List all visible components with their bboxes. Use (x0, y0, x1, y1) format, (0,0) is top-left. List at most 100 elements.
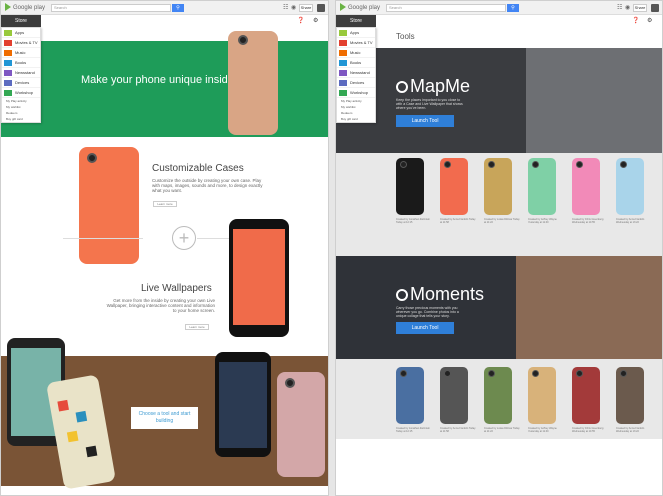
pattern-block (75, 410, 88, 423)
google-play-logo[interactable]: Google play (340, 3, 380, 13)
menu-item-workshop[interactable]: Workshop (2, 88, 40, 98)
menu-item-movies-tv[interactable]: Movies & TV (2, 38, 40, 48)
gallery-case[interactable] (528, 367, 556, 424)
wallpapers-learn-more-button[interactable]: Learn more (185, 324, 209, 330)
notifications-icon[interactable]: ◉ (625, 5, 631, 11)
search-input[interactable]: Search (386, 4, 506, 12)
menu-item-apps[interactable]: Apps (337, 28, 375, 38)
menu-item-label: Music (350, 50, 361, 55)
settings-icon[interactable]: ⚙ (313, 18, 319, 24)
menu-item-books[interactable]: Books (2, 58, 40, 68)
gallery-case[interactable] (528, 158, 556, 215)
play-logo-icon (5, 3, 11, 12)
gallery-caption: Created by Jonathan Zwirnlein Today at 1… (396, 427, 430, 433)
menu-item-devices[interactable]: Devices (2, 78, 40, 88)
search-button[interactable]: ⚲ (172, 4, 184, 12)
menu-item-label: Books (15, 60, 27, 65)
cases-learn-more-button[interactable]: Learn more (153, 201, 177, 207)
menu-item-label: Newsstand (350, 70, 370, 75)
help-icon[interactable]: ❓ (632, 18, 639, 24)
top-bar: Google play Search ⚲ ☷ ◉ Share (1, 1, 328, 15)
menu-item-newsstand[interactable]: Newsstand (2, 68, 40, 78)
search-input[interactable]: Search (51, 4, 171, 12)
category-icon (4, 50, 12, 56)
mapme-launch-button[interactable]: Launch Tool (396, 115, 454, 127)
orange-case-image (79, 147, 139, 264)
gallery-case[interactable] (396, 158, 424, 215)
camera-icon (576, 370, 583, 377)
camera-icon (620, 161, 627, 168)
menu-item-workshop[interactable]: Workshop (337, 88, 375, 98)
menu-item-apps[interactable]: Apps (2, 28, 40, 38)
gallery-caption: Created by Jonathan Zwirnlein Today at 1… (396, 218, 430, 224)
moments-title: Moments (396, 284, 484, 305)
menu-item-movies-tv[interactable]: Movies & TV (337, 38, 375, 48)
gallery-case[interactable] (484, 367, 512, 424)
pattern-block (85, 445, 98, 458)
menu-item-label: Workshop (350, 90, 368, 95)
phone-screen (219, 362, 267, 448)
menu-item-books[interactable]: Books (337, 58, 375, 68)
menu-item-label: Movies & TV (15, 40, 38, 45)
share-button[interactable]: Share (633, 4, 647, 12)
camera-icon (285, 378, 295, 388)
menu-item-label: Apps (15, 30, 25, 35)
camera-icon (400, 370, 407, 377)
nexus-phone-image (229, 219, 289, 337)
apps-grid-icon[interactable]: ☷ (617, 5, 623, 11)
apps-grid-icon[interactable]: ☷ (283, 5, 289, 11)
store-menu: Apps Movies & TV Music Books Newsstand Device… (1, 27, 41, 123)
settings-icon[interactable]: ⚙ (647, 18, 653, 24)
menu-link[interactable]: Buy gift card (337, 116, 375, 122)
category-icon (339, 60, 347, 66)
gallery-caption: Created by Anna Franklin Today at 11:58 (440, 218, 476, 224)
search-button[interactable]: ⚲ (507, 4, 519, 12)
category-icon (4, 40, 12, 46)
phone-screen (233, 229, 285, 325)
hero-phone-case (228, 31, 278, 135)
category-icon (339, 30, 347, 36)
mapme-gallery: Created by Jonathan Zwirnlein Today at 1… (336, 153, 662, 256)
menu-item-music[interactable]: Music (337, 48, 375, 58)
camera-icon (238, 35, 248, 45)
gallery-case[interactable] (572, 158, 600, 215)
hero-photo (526, 48, 662, 153)
menu-item-newsstand[interactable]: Newsstand (337, 68, 375, 78)
moments-launch-button[interactable]: Launch Tool (396, 322, 454, 334)
avatar[interactable] (651, 4, 659, 12)
category-icon (4, 30, 12, 36)
menu-item-label: Music (15, 50, 26, 55)
gallery-case[interactable] (572, 367, 600, 424)
gallery-case[interactable] (616, 367, 644, 424)
camera-icon (532, 370, 539, 377)
play-logo-icon (340, 3, 346, 12)
gallery-case[interactable] (440, 367, 468, 424)
google-play-logo[interactable]: Google play (5, 3, 45, 13)
gallery-case[interactable] (484, 158, 512, 215)
share-button[interactable]: Share (299, 4, 313, 12)
pattern-block (66, 430, 79, 443)
camera-icon (87, 153, 97, 163)
gallery-caption: Created by Lukas Dittmar Today at 11:22 (484, 218, 520, 224)
store-button[interactable]: Store (1, 15, 41, 27)
gallery-case[interactable] (396, 367, 424, 424)
menu-item-music[interactable]: Music (2, 48, 40, 58)
camera-icon (444, 161, 451, 168)
menu-link[interactable]: Buy gift card (2, 116, 40, 122)
cases-body: Customize the outside by creating your o… (152, 178, 263, 193)
gallery-case[interactable] (616, 158, 644, 215)
help-icon[interactable]: ❓ (297, 18, 304, 24)
wallpapers-title: Live Wallpapers (141, 283, 212, 294)
category-icon (339, 40, 347, 46)
gallery-caption: Created by Anna Franklin Today at 11:58 (440, 427, 476, 433)
gallery-case[interactable] (440, 158, 468, 215)
menu-item-label: Devices (15, 80, 30, 85)
notifications-icon[interactable]: ◉ (291, 5, 297, 11)
page-title: Tools (396, 32, 415, 41)
store-button[interactable]: Store (336, 15, 376, 27)
choose-tool-button[interactable]: Choose a tool and start building (131, 407, 198, 429)
menu-item-label: Workshop (15, 90, 33, 95)
avatar[interactable] (317, 4, 325, 12)
menu-item-devices[interactable]: Devices (337, 78, 375, 88)
store-menu: Apps Movies & TV Music Books Newsstand Device… (336, 27, 376, 123)
